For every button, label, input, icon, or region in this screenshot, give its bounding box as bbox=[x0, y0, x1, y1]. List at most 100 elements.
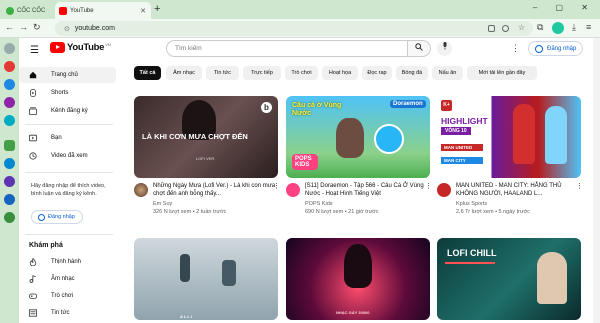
messenger-alt-icon[interactable] bbox=[4, 115, 15, 126]
thumbnail-team2: MAN CITY bbox=[441, 157, 483, 164]
browser-window: CỐC CỐC YouTube ✕ + – ▢ ✕ ← → ↻ ⊙ youtub… bbox=[0, 0, 600, 323]
close-tab-icon[interactable]: ✕ bbox=[140, 7, 146, 15]
bookmark-star-icon[interactable]: ☆ bbox=[518, 23, 525, 32]
chip-rap[interactable]: Đọc rap bbox=[362, 66, 392, 80]
nav-gaming[interactable]: Trò chơi bbox=[19, 288, 116, 304]
messenger-icon[interactable] bbox=[4, 79, 15, 90]
thumbnail-subtitle: LOFI VER. bbox=[196, 156, 216, 161]
viber-icon[interactable] bbox=[4, 176, 15, 187]
video-thumbnail[interactable]: K+ HIGHLIGHT VÒNG 10 MAN UNITED MAN CITY bbox=[437, 96, 581, 178]
video-thumbnail[interactable]: NHẠC GÁY 30000 bbox=[286, 238, 430, 320]
chip-gaming[interactable]: Trò chơi bbox=[285, 66, 318, 80]
home-icon bbox=[29, 71, 37, 79]
sign-in-button[interactable]: Đăng nhập bbox=[528, 41, 583, 56]
profile-avatar[interactable] bbox=[552, 22, 564, 34]
reload-icon[interactable]: ↻ bbox=[33, 22, 41, 33]
forward-icon[interactable]: → bbox=[19, 22, 28, 32]
chip-recently-uploaded[interactable]: Mới tải lên gần đây bbox=[467, 66, 537, 80]
video-title[interactable]: MAN UNITED - MAN CITY: HẰNG THỦ KHÔNG NG… bbox=[456, 182, 584, 198]
back-icon[interactable]: ← bbox=[5, 22, 14, 32]
youtube-logo[interactable]: YouTube VN bbox=[50, 42, 111, 53]
video-thumbnail[interactable]: LOFI CHILL bbox=[437, 238, 581, 320]
video-thumbnail[interactable]: Câu cá ở Vùng Nước Doraemon POPS KIDS bbox=[286, 96, 430, 178]
channel-avatar[interactable] bbox=[286, 183, 300, 197]
nav-label: Trang chủ bbox=[51, 72, 78, 78]
voice-search-button[interactable] bbox=[437, 41, 452, 56]
chip-music[interactable]: Âm nhạc bbox=[166, 66, 202, 80]
app-icon[interactable] bbox=[4, 97, 15, 108]
tab-youtube[interactable]: YouTube ✕ bbox=[55, 2, 151, 19]
explore-heading: Khám phá bbox=[29, 242, 63, 249]
nav-label: Tin tức bbox=[51, 310, 70, 316]
extension-badge-icon[interactable] bbox=[502, 25, 509, 32]
sign-in-label: Đăng nhập bbox=[547, 45, 577, 52]
video-title[interactable]: Những Ngày Mưa (Lofi Ver.) - Là khi con … bbox=[153, 182, 281, 198]
nav-music[interactable]: Âm nhạc bbox=[19, 271, 116, 287]
thumbnail-dj bbox=[344, 244, 372, 288]
chip-football[interactable]: Bóng đá bbox=[396, 66, 428, 80]
zalo-icon[interactable] bbox=[4, 158, 15, 169]
chip-news[interactable]: Tin tức bbox=[206, 66, 239, 80]
video-meta: 690 N lượt xem • 21 giờ trước bbox=[305, 209, 379, 215]
favorites-icon[interactable] bbox=[4, 61, 15, 72]
window-controls[interactable]: – ▢ ✕ bbox=[533, 3, 596, 12]
facebook-icon[interactable] bbox=[4, 194, 15, 205]
guide-menu-icon[interactable]: ☰ bbox=[30, 45, 39, 56]
video-menu-icon[interactable]: ⋮ bbox=[425, 182, 432, 190]
nav-you[interactable]: Bạn bbox=[19, 130, 116, 146]
more-options-icon[interactable]: ⋮ bbox=[511, 43, 520, 54]
url-text: youtube.com bbox=[74, 25, 115, 32]
nav-trending[interactable]: Thịnh hành bbox=[19, 254, 116, 270]
chip-live[interactable]: Trực tiếp bbox=[243, 66, 281, 80]
sign-in-prompt: Hãy đăng nhập để thích video, bình luận … bbox=[31, 183, 106, 197]
video-menu-icon[interactable]: ⋮ bbox=[576, 182, 583, 190]
sign-in-label: Đăng nhập bbox=[48, 214, 75, 220]
nav-home[interactable]: Trang chủ bbox=[19, 67, 116, 83]
tab-label: YouTube bbox=[70, 7, 94, 14]
menu-icon[interactable]: ≡ bbox=[586, 22, 591, 32]
add-app-icon[interactable] bbox=[4, 140, 15, 151]
nav-divider bbox=[25, 234, 113, 235]
channel-avatar[interactable] bbox=[134, 183, 148, 197]
chip-all[interactable]: Tất cả bbox=[134, 66, 161, 80]
install-icon[interactable] bbox=[488, 25, 495, 32]
sidebar-sign-in-button[interactable]: Đăng nhập bbox=[31, 210, 83, 224]
thumbnail-team1: MAN UNITED bbox=[441, 144, 483, 151]
logo-text: YouTube bbox=[67, 42, 105, 53]
logo-region: VN bbox=[105, 42, 111, 47]
nav-shorts[interactable]: Shorts bbox=[19, 85, 116, 101]
video-thumbnail[interactable]: LÀ KHI CƠN MƯA CHỢT ĐẾN LOFI VER. b bbox=[134, 96, 278, 178]
channel-name[interactable]: Em Suy bbox=[153, 201, 172, 207]
search-input[interactable]: Tìm kiếm bbox=[166, 40, 408, 57]
channel-name[interactable]: POPS Kids bbox=[305, 201, 333, 207]
extensions-icon[interactable]: ⧉ bbox=[537, 22, 543, 33]
page-scrollbar[interactable] bbox=[593, 38, 600, 323]
browser-tab-strip: CỐC CỐC YouTube ✕ + – ▢ ✕ bbox=[0, 0, 600, 19]
chat-icon[interactable] bbox=[4, 212, 15, 223]
thumbnail-brand: ALLI bbox=[180, 314, 193, 319]
nav-label: Video đã xem bbox=[51, 153, 88, 159]
thumbnail-title: Câu cá ở Vùng Nước bbox=[292, 102, 342, 117]
nav-news[interactable]: Tin tức bbox=[19, 305, 116, 321]
address-bar[interactable]: ⊙ youtube.com ☆ bbox=[55, 21, 533, 36]
thumbnail-subtitle: NHẠC GÁY 30000 bbox=[336, 310, 370, 315]
channel-name[interactable]: Kplus Sports bbox=[456, 201, 487, 207]
tab-coccoc[interactable]: CỐC CỐC bbox=[2, 2, 54, 19]
new-tab-button[interactable]: + bbox=[154, 3, 160, 15]
video-thumbnail[interactable]: ALLI bbox=[134, 238, 278, 320]
video-menu-icon[interactable]: ⋮ bbox=[273, 182, 280, 190]
video-meta: 2,6 Tr lượt xem • 5 ngày trước bbox=[456, 209, 530, 215]
download-icon[interactable]: ⤓ bbox=[572, 22, 576, 33]
chip-cooking[interactable]: Nấu ăn bbox=[432, 66, 463, 80]
video-title[interactable]: [S11] Doraemon - Tập 566 - Câu Cá Ở Vùng… bbox=[305, 182, 433, 198]
chip-animation[interactable]: Hoạt họa bbox=[322, 66, 358, 80]
nav-subscriptions[interactable]: Kênh đăng ký bbox=[19, 103, 116, 119]
channel-avatar[interactable] bbox=[437, 183, 451, 197]
news-icon bbox=[29, 309, 37, 317]
nav-history[interactable]: Video đã xem bbox=[19, 148, 116, 164]
thumbnail-title: HIGHLIGHT bbox=[441, 116, 488, 126]
history-sidebar-icon[interactable] bbox=[4, 43, 15, 54]
nav-label: Thịnh hành bbox=[51, 259, 82, 265]
site-info-icon[interactable]: ⊙ bbox=[64, 25, 70, 33]
search-button[interactable] bbox=[408, 40, 431, 57]
